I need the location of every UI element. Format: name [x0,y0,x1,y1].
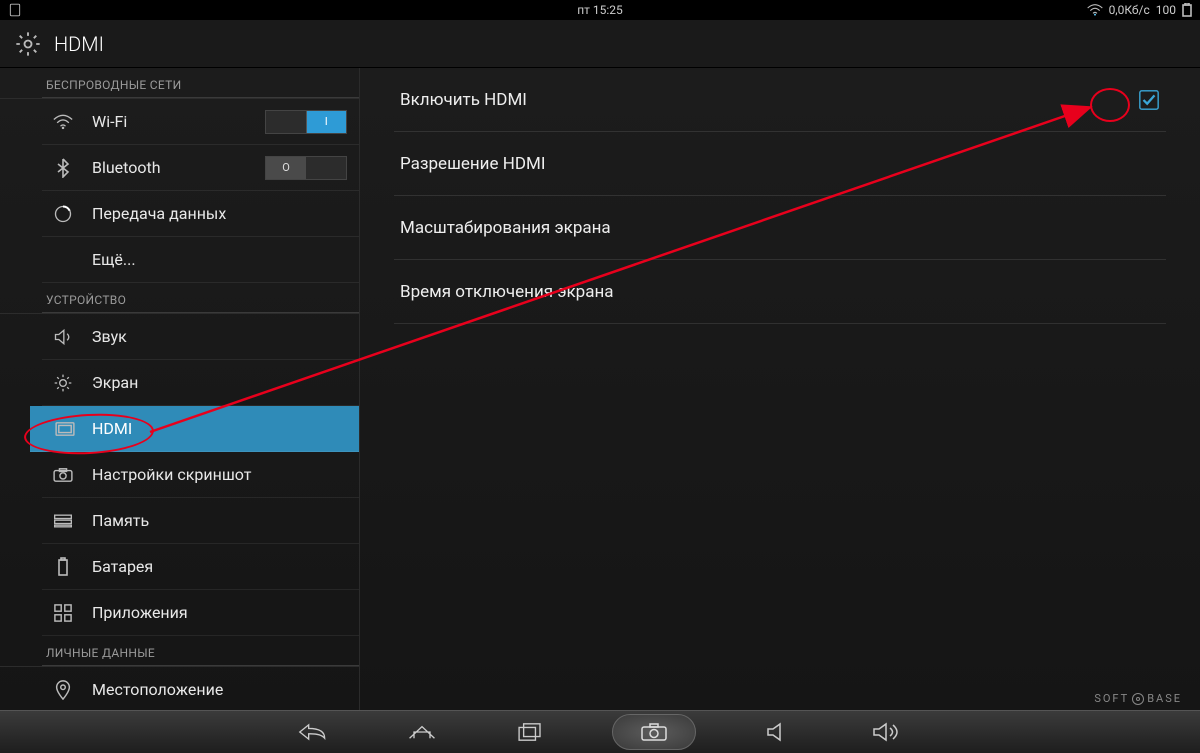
main-panel: Включить HDMI Разрешение HDMI Масштабиро… [360,68,1200,710]
sound-icon [52,328,74,346]
sidebar-item-label: Приложения [92,603,188,622]
row-label: Масштабирования экрана [400,218,611,238]
section-device: УСТРОЙСТВО [0,283,359,314]
data-usage-icon [52,204,74,224]
recent-apps-button[interactable] [504,716,556,748]
sidebar-item-label: Память [92,511,149,530]
sidebar-item-label: Wi-Fi [92,112,127,131]
sidebar-item-hdmi[interactable]: HDMI [30,406,359,452]
section-wireless: БЕСПРОВОДНЫЕ СЕТИ [0,68,359,99]
sidebar-item-label: Экран [92,373,138,392]
sidebar-item-label: Местоположение [92,680,223,699]
wifi-toggle[interactable]: I [265,110,347,134]
battery-level: 100 [1156,3,1176,17]
home-button[interactable] [396,716,448,748]
brightness-icon [52,373,74,393]
wifi-status-icon [1087,4,1103,16]
volume-up-button[interactable] [860,716,912,748]
row-label: Включить HDMI [400,90,527,110]
settings-gear-icon [14,30,42,58]
watermark-left: SOFT [1094,692,1129,705]
battery-icon [1182,3,1192,17]
watermark: SOFT BASE [1094,692,1182,705]
app-header: HDMI [0,20,1200,68]
orientation-lock-icon [8,3,22,17]
section-personal: ЛИЧНЫЕ ДАННЫЕ [0,636,359,667]
status-time: пт 15:25 [577,3,623,17]
sidebar-item-storage[interactable]: Память [42,498,359,544]
volume-down-button[interactable] [752,716,804,748]
data-rate: 0,0Кб/с [1109,3,1150,17]
apps-icon [52,604,74,622]
bluetooth-toggle[interactable]: O [265,156,347,180]
checkbox-checked-icon[interactable] [1138,89,1160,111]
wifi-icon [52,114,74,130]
sidebar-item-wifi[interactable]: Wi-Fi I [42,99,359,145]
settings-sidebar: БЕСПРОВОДНЫЕ СЕТИ Wi-Fi I Bluetooth O [0,68,360,710]
sidebar-item-label: Батарея [92,557,153,576]
sidebar-item-label: Передача данных [92,204,226,223]
sidebar-item-display[interactable]: Экран [42,360,359,406]
sidebar-item-label: Звук [92,327,127,346]
sidebar-item-location[interactable]: Местоположение [42,667,359,710]
row-enable-hdmi[interactable]: Включить HDMI [394,68,1166,132]
sidebar-item-label: Настройки скриншот [92,465,251,484]
page-title: HDMI [54,32,104,56]
sidebar-item-apps[interactable]: Приложения [42,590,359,636]
storage-icon [52,513,74,529]
toggle-on-label: I [306,111,347,133]
screenshot-button[interactable] [612,714,696,750]
toggle-off-label: O [266,157,306,179]
sidebar-item-bluetooth[interactable]: Bluetooth O [42,145,359,191]
location-icon [52,680,74,700]
system-navbar [0,710,1200,753]
sidebar-item-label: HDMI [92,419,132,438]
row-hdmi-resolution[interactable]: Разрешение HDMI [394,132,1166,196]
sidebar-item-sound[interactable]: Звук [42,314,359,360]
sidebar-item-label: Bluetooth [92,158,161,177]
sidebar-item-label: Ещё... [92,250,136,269]
hdmi-icon [54,421,76,437]
sidebar-item-battery[interactable]: Батарея [42,544,359,590]
battery-icon [52,557,74,577]
back-button[interactable] [288,716,340,748]
bluetooth-icon [52,158,74,178]
status-bar: пт 15:25 0,0Кб/с 100 [0,0,1200,20]
sidebar-item-more[interactable]: Ещё... [42,237,359,283]
row-label: Разрешение HDMI [400,154,545,174]
row-label: Время отключения экрана [400,282,614,302]
sidebar-item-screenshot[interactable]: Настройки скриншот [42,452,359,498]
camera-icon [52,467,74,483]
row-screen-scaling[interactable]: Масштабирования экрана [394,196,1166,260]
row-screen-timeout[interactable]: Время отключения экрана [394,260,1166,324]
sidebar-item-data-usage[interactable]: Передача данных [42,191,359,237]
watermark-right: BASE [1147,692,1182,705]
